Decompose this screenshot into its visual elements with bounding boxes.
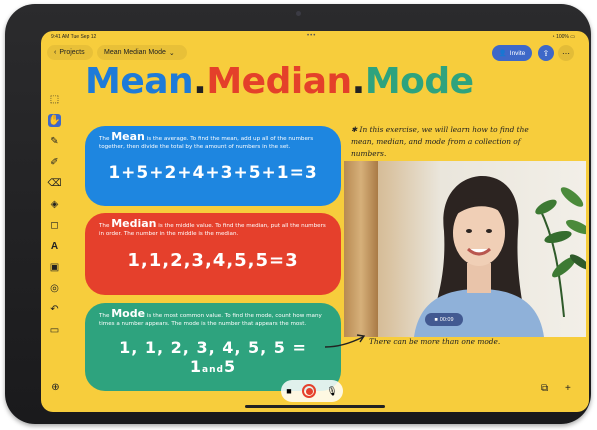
mean-card[interactable]: The Mean is the average. To find the mea…	[85, 126, 341, 206]
share-button[interactable]: ⇪	[538, 45, 554, 61]
median-equation: 1,1,2,3,4,5,5=3	[127, 250, 299, 271]
record-button[interactable]	[302, 384, 316, 398]
add-icon[interactable]: +	[565, 383, 571, 394]
document-title-menu[interactable]: Mean Median Mode ⌄	[97, 45, 187, 60]
wood-panel	[344, 161, 378, 337]
invite-button[interactable]: 👤 Invite	[492, 45, 532, 61]
undo-icon[interactable]: ↶	[48, 303, 61, 316]
wifi-icon: ◔	[551, 34, 555, 40]
asterisk-icon: ✱	[351, 125, 360, 134]
hand-icon[interactable]: ✋	[48, 114, 61, 127]
lasso-icon[interactable]: ◎	[48, 282, 61, 295]
board-title: Mean.Median.Mode	[85, 61, 474, 102]
ipad-frame: 9:41 AM Tue Sep 12 ••• ◔ 100% ▭ ‹ Projec…	[5, 4, 591, 424]
app-screen: 9:41 AM Tue Sep 12 ••• ◔ 100% ▭ ‹ Projec…	[41, 31, 589, 412]
video-camera-icon[interactable]: ■	[286, 386, 291, 396]
video-timer-badge: ■ 00:09	[425, 313, 463, 326]
multitasking-dots[interactable]: •••	[307, 33, 316, 39]
status-bar: 9:41 AM Tue Sep 12 ••• ◔ 100% ▭	[41, 31, 589, 43]
mode-footnote: There can be more than one mode.	[369, 337, 501, 346]
chevron-down-icon: ⌄	[168, 49, 175, 57]
sticky-icon[interactable]: ▣	[48, 261, 61, 274]
chevron-left-icon: ‹	[54, 49, 57, 56]
fill-icon[interactable]: ◈	[48, 198, 61, 211]
median-card[interactable]: The Median is the middle value. To find …	[85, 213, 341, 295]
presenter-video[interactable]	[344, 161, 586, 337]
intro-note: ✱ In this exercise, we will learn how to…	[351, 125, 529, 158]
home-indicator[interactable]	[245, 405, 385, 408]
tool-palette: ⬚ ✋ ✎ ✐ ⌫ ◈ ◻ A ▣ ◎ ↶ ▭	[47, 93, 62, 345]
back-button[interactable]: ‹ Projects	[47, 45, 93, 60]
pen-icon[interactable]: ✎	[48, 135, 61, 148]
median-description: The Median is the middle value. To find …	[99, 217, 326, 237]
text-icon[interactable]: A	[48, 240, 61, 253]
mean-equation: 1+5+2+4+3+5+1=3	[108, 163, 318, 183]
front-camera	[296, 11, 301, 16]
battery-icon: ▭	[570, 34, 575, 40]
pages-icon[interactable]: ⧉	[541, 383, 548, 394]
microphone-icon[interactable]: 🎙	[326, 386, 337, 397]
share-icon: ⇪	[542, 48, 550, 58]
presenter-image	[414, 176, 544, 337]
mode-equation: 1, 1, 2, 3, 4, 5, 5 = 1and5	[119, 338, 307, 376]
mode-description: The Mode is the most common value. To fi…	[99, 307, 322, 327]
add-person-icon: 👤	[498, 50, 507, 57]
status-time: 9:41 AM Tue Sep 12	[51, 34, 97, 40]
zoom-icon[interactable]: ⊕	[49, 381, 62, 394]
shapes-icon[interactable]: ◻	[48, 219, 61, 232]
layout-icon[interactable]: ▭	[48, 324, 61, 337]
more-button[interactable]: ⋯	[558, 45, 574, 61]
recording-controls: ■ 🎙	[281, 380, 343, 402]
marker-icon[interactable]: ✐	[48, 156, 61, 169]
mean-description: The Mean is the average. To find the mea…	[99, 130, 314, 150]
mode-card[interactable]: The Mode is the most common value. To fi…	[85, 303, 341, 391]
camera-icon: ■	[434, 316, 438, 323]
arrow-icon	[324, 334, 366, 348]
more-icon: ⋯	[562, 48, 570, 58]
eraser-icon[interactable]: ⌫	[47, 177, 61, 190]
select-icon[interactable]: ⬚	[48, 93, 61, 106]
status-battery: ◔ 100% ▭	[551, 34, 575, 40]
